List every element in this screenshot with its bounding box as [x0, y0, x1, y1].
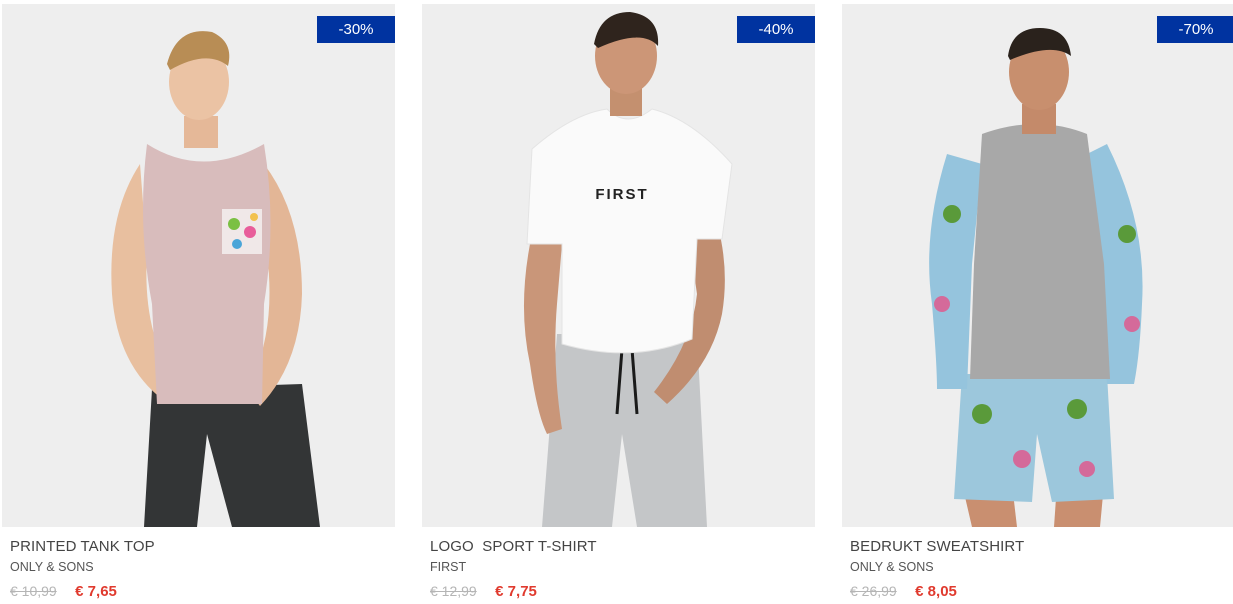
- product-image[interactable]: -30%: [2, 4, 395, 527]
- product-brand: ONLY & SONS: [10, 560, 94, 574]
- product-card-bedrukt-sweatshirt[interactable]: -70% BEDRUKT SWEATSHIRT ONLY & SONS € 26…: [842, 4, 1233, 600]
- shirt-print-text: FIRST: [595, 186, 648, 203]
- discount-badge: -30%: [317, 16, 395, 43]
- price-row: € 26,99 € 8,05: [850, 582, 1233, 600]
- model-sweatshirt-image: [929, 28, 1143, 527]
- product-name[interactable]: PRINTED TANK TOP: [10, 538, 395, 556]
- model-tank-top-image: [111, 31, 320, 527]
- original-price: € 26,99: [850, 583, 897, 599]
- product-brand: ONLY & SONS: [850, 560, 934, 574]
- product-card-logo-sport-t-shirt[interactable]: FIRST -40% LOGO SPORT T-SHIRT FIRST € 12…: [422, 4, 815, 600]
- sale-price: € 7,65: [75, 583, 117, 600]
- product-image[interactable]: FIRST -40%: [422, 4, 815, 527]
- sale-price: € 7,75: [495, 583, 537, 600]
- price-row: € 12,99 € 7,75: [430, 582, 815, 600]
- discount-badge: -40%: [737, 16, 815, 43]
- original-price: € 12,99: [430, 583, 477, 599]
- discount-badge: -70%: [1157, 16, 1233, 43]
- price-row: € 10,99 € 7,65: [10, 582, 395, 600]
- product-name[interactable]: LOGO SPORT T-SHIRT: [430, 538, 815, 556]
- product-brand: FIRST: [430, 560, 467, 574]
- product-card-printed-tank-top[interactable]: -30% PRINTED TANK TOP ONLY & SONS € 10,9…: [2, 4, 395, 600]
- product-name[interactable]: BEDRUKT SWEATSHIRT: [850, 538, 1233, 556]
- model-t-shirt-image: FIRST: [523, 12, 733, 527]
- sale-price: € 8,05: [915, 583, 957, 600]
- original-price: € 10,99: [10, 583, 57, 599]
- product-image[interactable]: -70%: [842, 4, 1233, 527]
- product-grid: -30% PRINTED TANK TOP ONLY & SONS € 10,9…: [0, 0, 1233, 604]
